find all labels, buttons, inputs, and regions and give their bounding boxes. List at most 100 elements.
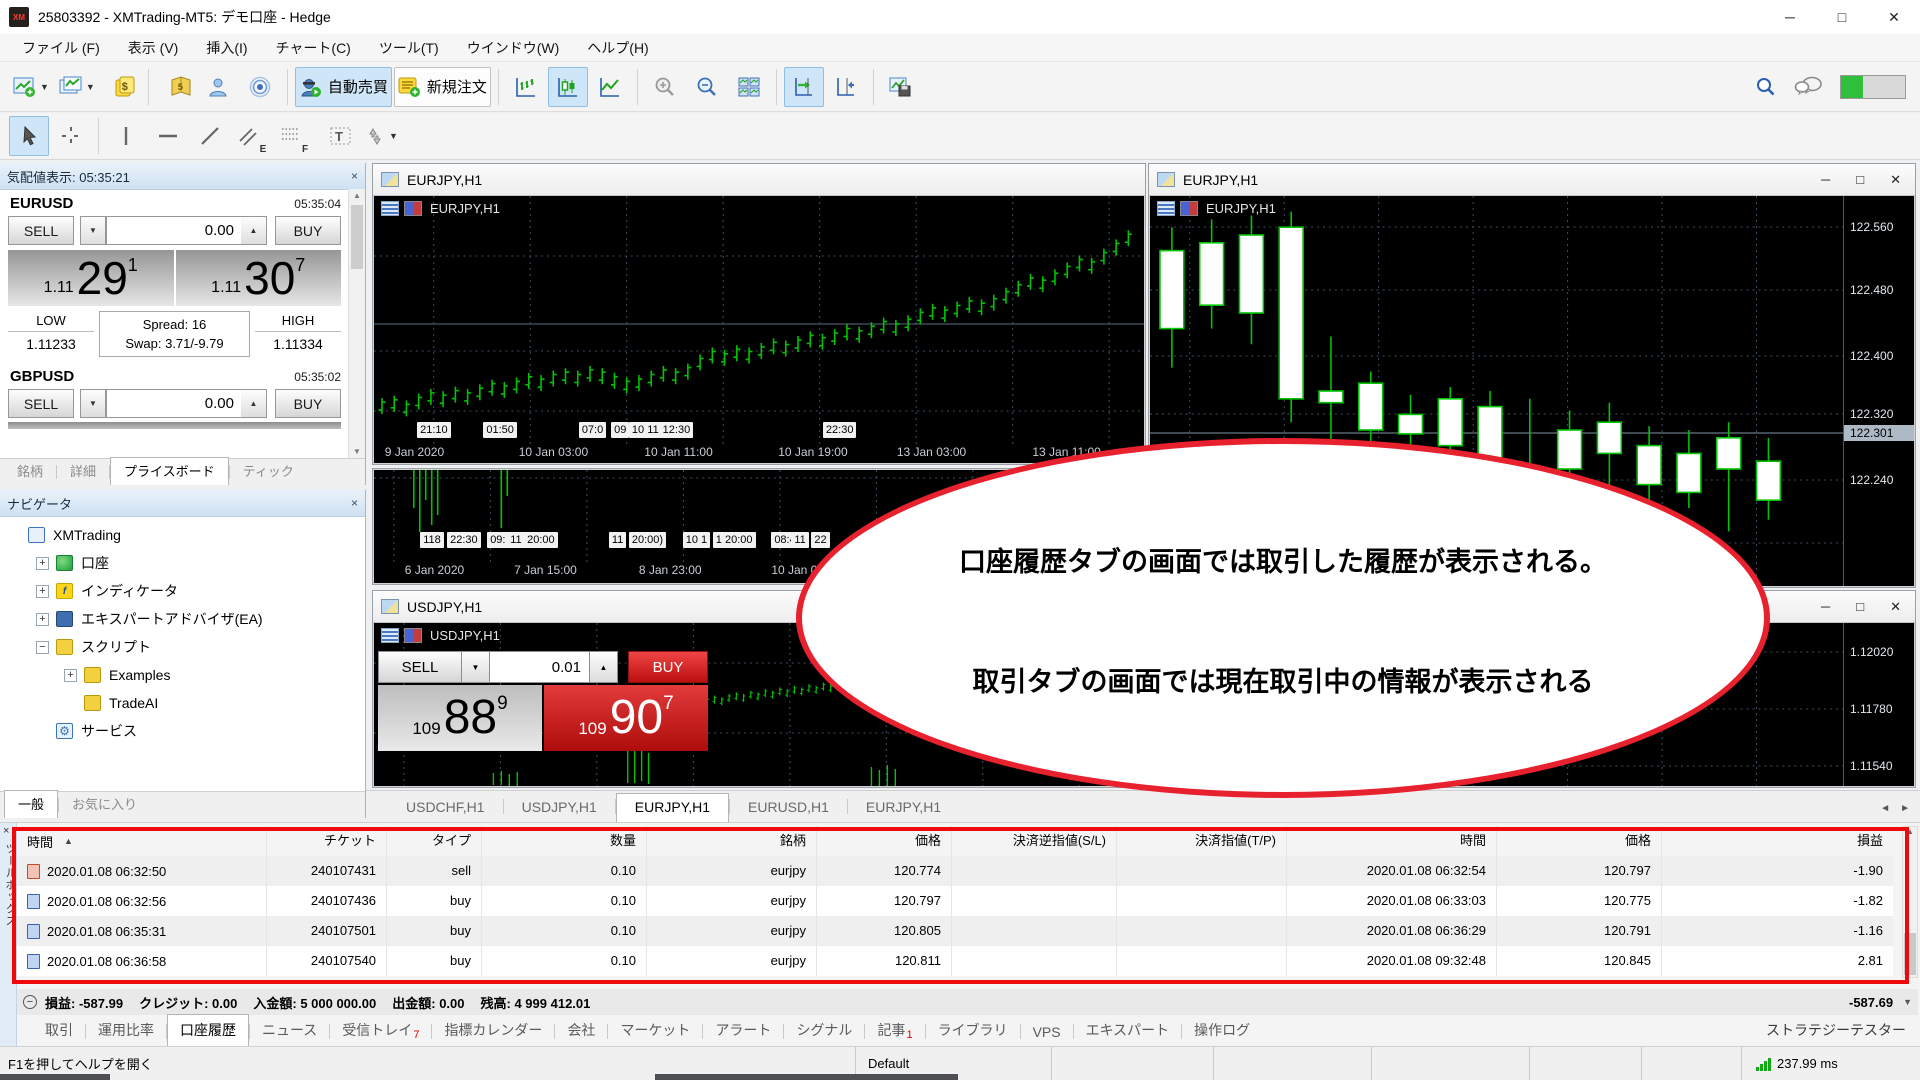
buy-price-box[interactable]: 109 90 7	[544, 685, 708, 751]
vertical-line-tool-button[interactable]	[106, 116, 146, 156]
navigator-tab-0[interactable]: 一般	[4, 790, 58, 818]
chart-window-eurjpy-left[interactable]: EURJPY,H1 EURJPY,H1 21:1001:5007:0091011…	[372, 163, 1146, 465]
tree-item-examples[interactable]: +Examples	[0, 661, 365, 689]
maximize-button[interactable]: □	[1816, 0, 1868, 34]
volume-combo-button[interactable]: ▼	[80, 216, 106, 245]
chart-tab-4[interactable]: EURJPY,H1	[848, 794, 959, 822]
close-icon[interactable]: ✕	[1890, 172, 1901, 188]
close-icon[interactable]: ×	[351, 170, 358, 182]
chart-canvas[interactable]: EURJPY,H1 21:1001:5007:009101112:3022:30…	[374, 196, 1144, 463]
tree-item--[interactable]: ⚙サービス	[0, 717, 365, 745]
toolbox-tab-11[interactable]: ライブラリ	[926, 1015, 1020, 1047]
sell-price-box[interactable]: 1.11 29 1	[8, 250, 174, 306]
sell-button[interactable]: SELL	[378, 651, 462, 683]
column-header-2[interactable]: タイプ	[387, 826, 482, 856]
menu-item-4[interactable]: ツール(T)	[365, 38, 453, 58]
maximize-icon[interactable]: □	[1856, 599, 1864, 615]
chart-shift-button[interactable]	[826, 67, 866, 107]
buy-button[interactable]: BUY	[275, 216, 341, 245]
community-button[interactable]	[198, 67, 238, 107]
chevron-down-icon[interactable]: ▼	[389, 131, 398, 141]
table-row[interactable]: 2020.01.08 06:32:56240107436buy0.10eurjp…	[17, 886, 1893, 916]
column-header-0[interactable]: 時間▲	[17, 826, 267, 856]
tree-item--ea-[interactable]: +エキスパートアドバイザ(EA)	[0, 605, 365, 633]
menu-item-1[interactable]: 表示 (V)	[114, 38, 193, 58]
column-header-8[interactable]: 時間	[1287, 826, 1497, 856]
zoom-out-button[interactable]	[687, 67, 727, 107]
column-header-1[interactable]: チケット	[267, 826, 387, 856]
equidistant-channel-tool-button[interactable]: E	[232, 116, 272, 156]
column-header-10[interactable]: 損益	[1662, 826, 1893, 856]
text-tool-button[interactable]: T	[316, 116, 356, 156]
navigator-tab-1[interactable]: お気に入り	[59, 791, 150, 818]
market-watch-tab-1[interactable]: 詳細	[57, 458, 109, 485]
close-button[interactable]: ✕	[1868, 0, 1920, 34]
cursor-tool-button[interactable]	[9, 116, 49, 156]
table-row[interactable]: 2020.01.08 06:36:58240107540buy0.10eurjp…	[17, 946, 1893, 976]
fibonacci-tool-button[interactable]: F	[274, 116, 314, 156]
scrollbar-thumb[interactable]	[351, 205, 363, 269]
zoom-in-button[interactable]	[645, 67, 685, 107]
close-icon[interactable]: ×	[3, 825, 9, 837]
table-scrollbar[interactable]: ▲	[1902, 826, 1918, 978]
minimize-button[interactable]: ─	[1764, 0, 1816, 34]
toolbox-tab-4[interactable]: 受信トレイ7	[330, 1015, 431, 1047]
scroll-up-icon[interactable]: ▲	[1906, 827, 1914, 836]
chart-tab-1[interactable]: USDJPY,H1	[504, 794, 615, 822]
mql5-book-button[interactable]: 5	[156, 67, 196, 107]
arrows-tool-button[interactable]: ▼	[358, 116, 402, 156]
chevron-down-icon[interactable]: ▼	[40, 82, 49, 92]
toolbox-tab-14[interactable]: 操作ログ	[1182, 1015, 1262, 1047]
chart-window-title-bar[interactable]: EURJPY,H1	[373, 164, 1145, 196]
symbol-row-gbpusd[interactable]: GBPUSD 05:35:02	[0, 363, 365, 385]
tree-expander-icon[interactable]: −	[36, 641, 49, 654]
column-header-3[interactable]: 数量	[482, 826, 647, 856]
toolbox-tab-7[interactable]: マーケット	[608, 1015, 702, 1047]
menu-item-2[interactable]: 挿入(I)	[192, 38, 261, 58]
market-watch-tab-2[interactable]: プライスボード	[110, 457, 229, 485]
market-watch-toggle-button[interactable]: $	[101, 67, 141, 107]
new-order-button[interactable]: 新規注文	[394, 67, 491, 107]
tree-item--[interactable]: +fインディケータ	[0, 577, 365, 605]
toolbox-tab-2[interactable]: 口座履歴	[167, 1014, 249, 1047]
tree-item-tradeai[interactable]: TradeAI	[0, 689, 365, 717]
bar-chart-mode-button[interactable]	[506, 67, 546, 107]
tree-item-xmtrading[interactable]: XMTrading	[0, 521, 365, 549]
line-chart-mode-button[interactable]	[590, 67, 630, 107]
volume-input[interactable]: 0.00	[106, 216, 241, 245]
buy-price-box[interactable]: 1.11 30 7	[176, 250, 342, 306]
market-watch-scrollbar[interactable]: ▲ ▼	[348, 189, 365, 458]
sell-button[interactable]: SELL	[8, 216, 74, 245]
toolbox-tab-12[interactable]: VPS	[1021, 1019, 1073, 1047]
close-icon[interactable]: ✕	[1890, 599, 1901, 615]
candlestick-mode-button[interactable]	[548, 67, 588, 107]
chart-tab-2[interactable]: EURJPY,H1	[616, 793, 729, 822]
scroll-up-icon[interactable]: ▲	[353, 189, 361, 202]
collapse-icon[interactable]: −	[23, 995, 37, 1009]
tree-expander-icon[interactable]: +	[36, 557, 49, 570]
buy-button[interactable]: BUY	[628, 651, 708, 683]
auto-trading-button[interactable]: 自動売買	[295, 67, 392, 107]
toolbox-tab-3[interactable]: ニュース	[250, 1015, 329, 1047]
buy-button[interactable]: BUY	[275, 389, 341, 418]
horizontal-line-tool-button[interactable]	[148, 116, 188, 156]
strategy-tester-link[interactable]: ストラテジーテスター	[1766, 1020, 1906, 1047]
chart-tab-3[interactable]: EURUSD,H1	[730, 794, 847, 822]
trendline-tool-button[interactable]	[190, 116, 230, 156]
toolbox-tab-5[interactable]: 指標カレンダー	[432, 1015, 554, 1047]
toolbox-tab-6[interactable]: 会社	[555, 1015, 607, 1047]
tree-expander-icon[interactable]: +	[36, 613, 49, 626]
minimize-icon[interactable]: ─	[1821, 599, 1830, 615]
tree-expander-icon[interactable]: +	[36, 585, 49, 598]
volume-input[interactable]: 0.00	[106, 389, 241, 418]
chart-tab-0[interactable]: USDCHF,H1	[388, 794, 503, 822]
volume-spin-up[interactable]: ▲	[590, 651, 618, 683]
table-row[interactable]: 2020.01.08 06:32:50240107431sell0.10eurj…	[17, 856, 1893, 886]
crosshair-tool-button[interactable]	[51, 116, 91, 156]
volume-spin-up[interactable]: ▲	[241, 216, 267, 245]
scroll-down-icon[interactable]: ▼	[1903, 997, 1912, 1007]
minimize-icon[interactable]: ─	[1821, 172, 1830, 188]
volume-combo-button[interactable]: ▼	[80, 389, 106, 418]
tree-expander-icon[interactable]: +	[64, 669, 77, 682]
column-header-5[interactable]: 価格	[817, 826, 952, 856]
